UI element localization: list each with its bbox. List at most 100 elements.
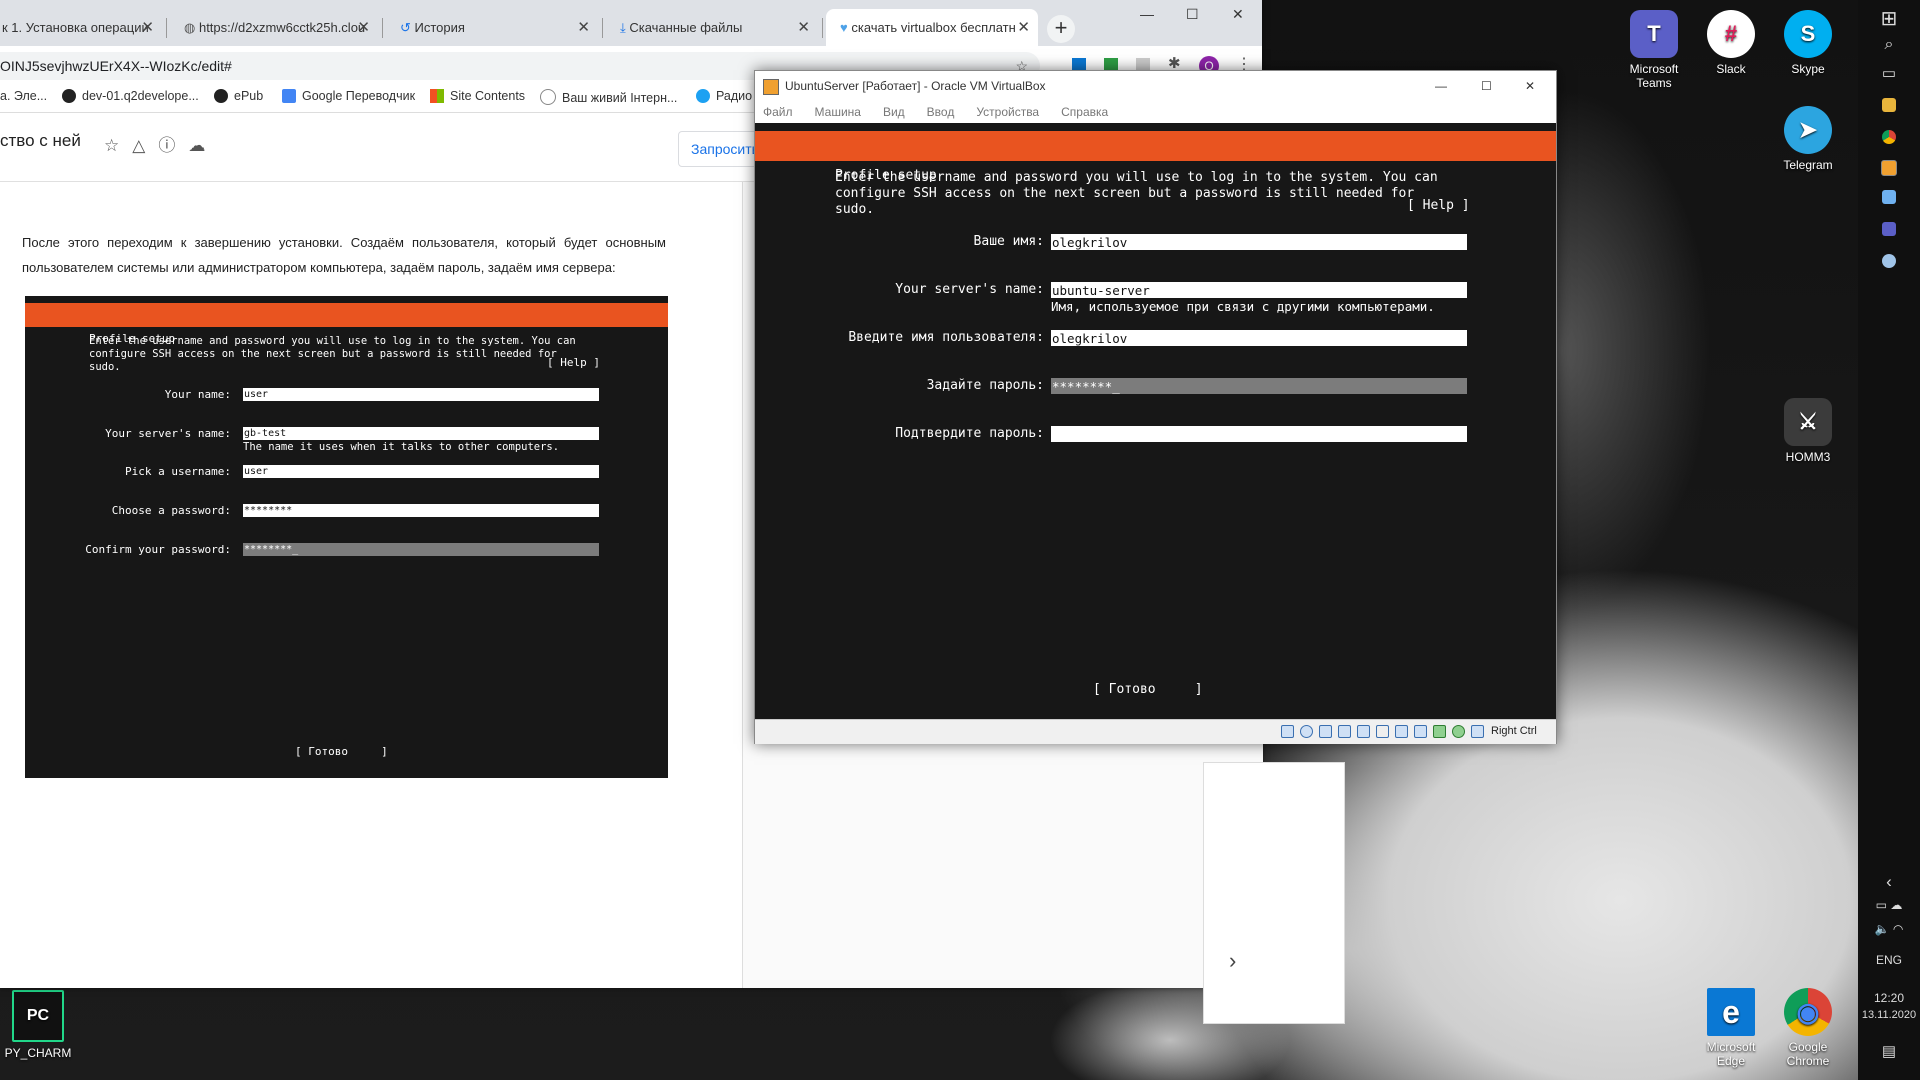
audio-icon[interactable] xyxy=(1319,725,1332,738)
menu-devices[interactable]: Устройства xyxy=(976,105,1039,119)
tab-install-doc[interactable]: к 1. Установка операции ✕ xyxy=(0,9,162,46)
mouse-integration-icon[interactable] xyxy=(1452,725,1465,738)
tab-separator xyxy=(166,18,167,38)
desktop-icon-telegram[interactable]: ➤ Telegram xyxy=(1768,106,1848,172)
minimize-button[interactable]: — xyxy=(1435,71,1447,101)
desktop-icon-label: PY_CHARM xyxy=(4,1046,72,1060)
tab-separator xyxy=(382,18,383,38)
volume-wifi-icon[interactable]: 🔈 ◠ xyxy=(1858,922,1920,936)
tab-virtualbox-search[interactable]: ♥ скачать virtualbox бесплатн ✕ xyxy=(826,9,1038,46)
task-view-icon[interactable]: ▭ xyxy=(1858,64,1920,82)
tab-history[interactable]: ↺ История ✕ xyxy=(386,9,598,46)
notifications-icon[interactable]: ▤ xyxy=(1858,1042,1920,1060)
close-icon[interactable]: ✕ xyxy=(141,9,154,46)
hdd-icon[interactable] xyxy=(1281,725,1294,738)
field-label: Confirm your password: xyxy=(85,543,231,556)
box-taskbar-icon[interactable] xyxy=(1858,190,1920,207)
done-button[interactable]: [ Готово ] xyxy=(1093,682,1203,697)
network-icon[interactable] xyxy=(1338,725,1351,738)
cpu-icon[interactable] xyxy=(1433,725,1446,738)
chevron-left-icon[interactable]: ‹ xyxy=(1858,872,1920,892)
window-title: UbuntuServer [Работает] - Oracle VM Virt… xyxy=(785,79,1046,93)
your-name-field[interactable]: olegkrilov xyxy=(1051,234,1467,250)
bookmark-item[interactable]: Google Переводчик xyxy=(282,89,415,103)
close-icon[interactable]: ✕ xyxy=(1017,9,1030,46)
bookmark-item[interactable]: dev-01.q2develope... xyxy=(62,89,199,103)
password-field[interactable]: ********_ xyxy=(1051,378,1467,394)
display-icon[interactable] xyxy=(1395,725,1408,738)
clock-time[interactable]: 12:20 xyxy=(1858,991,1920,1005)
language-indicator[interactable]: ENG xyxy=(1858,953,1920,967)
desktop-icon-slack[interactable]: # Slack xyxy=(1691,10,1771,76)
drive-icon[interactable]: △ xyxy=(132,136,158,155)
menu-view[interactable]: Вид xyxy=(883,105,905,119)
explorer-icon[interactable] xyxy=(1858,98,1920,115)
bookmark-item[interactable]: а. Эле... xyxy=(0,89,47,103)
confirm-password-field[interactable] xyxy=(1051,426,1467,442)
desktop-icon-skype[interactable]: S Skype xyxy=(1768,10,1848,76)
teams-taskbar-icon[interactable] xyxy=(1858,222,1920,239)
bookmark-label: ePub xyxy=(234,89,264,103)
app-taskbar-icon[interactable] xyxy=(1858,254,1920,271)
menu-help[interactable]: Справка xyxy=(1061,105,1108,119)
tab-separator xyxy=(822,18,823,38)
desktop-icon-label: Microsoft Edge xyxy=(1706,1040,1756,1068)
virtualbox-window: UbuntuServer [Работает] - Oracle VM Virt… xyxy=(754,70,1557,744)
clock-date[interactable]: 13.11.2020 xyxy=(1858,1009,1920,1021)
close-icon[interactable]: ✕ xyxy=(577,9,590,46)
bookmark-item[interactable]: Site Contents xyxy=(430,89,525,103)
shared-folders-icon[interactable] xyxy=(1376,725,1389,738)
desktop-icon-teams[interactable]: T Microsoft Teams xyxy=(1614,10,1694,90)
tab-cloud-url[interactable]: ◍ https://d2xzmw6cctk25h.clou ✕ xyxy=(170,9,378,46)
server-name-field[interactable]: ubuntu-server xyxy=(1051,282,1467,298)
maximize-button[interactable]: ☐ xyxy=(1481,71,1492,101)
document-title[interactable]: ство с ней xyxy=(0,131,81,151)
maximize-button[interactable]: ☐ xyxy=(1186,6,1199,23)
new-tab-button[interactable]: + xyxy=(1047,15,1075,43)
virtualbox-taskbar-icon[interactable] xyxy=(1858,160,1920,179)
desktop-icon-pycharm[interactable]: PC PY_CHARM xyxy=(0,990,78,1060)
bookmark-item[interactable]: ePub xyxy=(214,89,263,103)
keyboard-capture-icon[interactable] xyxy=(1471,725,1484,738)
your-name-field: user xyxy=(243,388,599,401)
tab-downloads[interactable]: ⤓ Скачанные файлы ✕ xyxy=(606,9,818,46)
battery-cloud-icon[interactable]: ▭ ☁ xyxy=(1858,898,1920,912)
info-icon[interactable]: ⓘ xyxy=(158,136,188,155)
close-button[interactable]: ✕ xyxy=(1232,6,1244,23)
star-icon[interactable]: ☆ xyxy=(104,136,132,155)
close-button[interactable]: ✕ xyxy=(1525,71,1535,101)
profile-setup-header-bar: Profile setup [ Help ] xyxy=(755,131,1556,213)
bookmark-item[interactable]: Ваш живий Інтерн... xyxy=(540,89,677,105)
bookmark-item[interactable]: Радио xyxy=(696,89,752,103)
cloud-icon[interactable]: ☁ xyxy=(188,136,218,155)
start-icon[interactable]: ⊞ xyxy=(1858,6,1920,31)
field-label: Подтвердите пароль: xyxy=(895,426,1044,441)
next-arrow-button[interactable]: › xyxy=(1229,948,1236,974)
desktop-icon-homm3[interactable]: ⚔ HOMM3 xyxy=(1768,398,1848,464)
document-body: После этого переходим к завершению устан… xyxy=(0,182,740,988)
optical-drive-icon[interactable] xyxy=(1300,725,1313,738)
server-name-hint: The name it uses when it talks to other … xyxy=(243,441,560,453)
menu-input[interactable]: Ввод xyxy=(927,105,955,119)
tab-title: История xyxy=(414,20,465,35)
desktop-icon-label: Skype xyxy=(1791,62,1825,76)
telegram-icon: ➤ xyxy=(1784,106,1832,154)
minimize-button[interactable]: — xyxy=(1140,6,1154,22)
menu-file[interactable]: Файл xyxy=(763,105,793,119)
tab-title: к 1. Установка операции xyxy=(2,20,149,35)
chrome-icon: ◉ xyxy=(1784,988,1832,1036)
recording-icon[interactable] xyxy=(1414,725,1427,738)
search-icon[interactable]: ⌕ xyxy=(1858,36,1920,54)
virtualbox-titlebar: UbuntuServer [Работает] - Oracle VM Virt… xyxy=(755,71,1556,101)
desktop-icon-edge[interactable]: e Microsoft Edge xyxy=(1691,988,1771,1068)
usb-icon[interactable] xyxy=(1357,725,1370,738)
menu-machine[interactable]: Машина xyxy=(815,105,861,119)
close-icon[interactable]: ✕ xyxy=(797,9,810,46)
chrome-taskbar-icon[interactable] xyxy=(1858,130,1920,147)
close-icon[interactable]: ✕ xyxy=(357,9,370,46)
vm-screen[interactable]: Profile setup [ Help ] Enter the usernam… xyxy=(755,123,1556,719)
desktop-icon-chrome[interactable]: ◉ Google Chrome xyxy=(1768,988,1848,1068)
username-field[interactable]: olegkrilov xyxy=(1051,330,1467,346)
tab-title: скачать virtualbox бесплатн xyxy=(851,20,1016,35)
doc-actions: ☆△ⓘ☁ xyxy=(104,131,218,156)
